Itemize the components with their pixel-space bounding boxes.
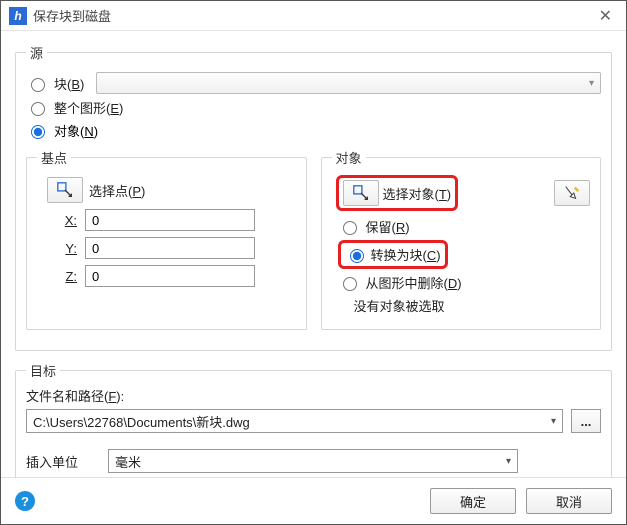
chevron-down-icon: ▾ bbox=[551, 416, 556, 427]
y-label: Y: bbox=[53, 241, 77, 256]
window-title: 保存块到磁盘 bbox=[33, 6, 111, 25]
browse-button[interactable]: ... bbox=[571, 409, 601, 433]
path-label: 文件名和路径(F): bbox=[26, 386, 601, 405]
x-label: X: bbox=[53, 213, 77, 228]
objects-legend: 对象 bbox=[332, 148, 366, 167]
source-block-radio[interactable] bbox=[31, 78, 45, 92]
basepoint-group: 基点 选择点(P) X: Y: bbox=[26, 148, 307, 330]
select-objects-highlight: 选择对象(T) bbox=[336, 175, 459, 211]
app-logo-icon: h bbox=[9, 7, 27, 25]
quick-select-button[interactable] bbox=[554, 180, 590, 206]
convert-highlight: 转换为块(C) bbox=[338, 240, 448, 269]
chevron-down-icon: ▾ bbox=[589, 78, 594, 89]
retain-radio[interactable] bbox=[343, 221, 357, 235]
objects-status: 没有对象被选取 bbox=[354, 296, 445, 315]
units-combo[interactable]: 毫米 ▾ bbox=[108, 449, 518, 473]
z-label: Z: bbox=[53, 269, 77, 284]
x-input[interactable] bbox=[85, 209, 255, 231]
select-objects-icon bbox=[352, 184, 370, 202]
basepoint-legend: 基点 bbox=[37, 148, 71, 167]
pick-point-label: 选择点(P) bbox=[89, 181, 145, 200]
ok-button[interactable]: 确定 bbox=[430, 488, 516, 514]
delete-radio[interactable] bbox=[343, 277, 357, 291]
pick-point-icon bbox=[56, 181, 74, 199]
quick-select-icon bbox=[563, 184, 581, 202]
destination-legend: 目标 bbox=[26, 361, 60, 380]
cancel-button[interactable]: 取消 bbox=[526, 488, 612, 514]
titlebar: h 保存块到磁盘 ✕ bbox=[1, 1, 626, 31]
select-objects-button[interactable] bbox=[343, 180, 379, 206]
convert-label: 转换为块(C) bbox=[371, 245, 441, 264]
chevron-down-icon: ▾ bbox=[506, 456, 511, 467]
units-label: 插入单位 bbox=[26, 452, 78, 471]
block-combo[interactable]: ▾ bbox=[96, 72, 601, 94]
destination-group: 目标 文件名和路径(F): C:\Users\22768\Documents\新… bbox=[15, 361, 612, 484]
convert-radio[interactable] bbox=[350, 249, 364, 263]
close-icon[interactable]: ✕ bbox=[593, 6, 618, 26]
units-value: 毫米 bbox=[115, 452, 141, 471]
source-objects-label: 对象(N) bbox=[54, 121, 98, 140]
retain-label: 保留(R) bbox=[366, 217, 410, 236]
source-group: 源 块(B) ▾ 整个图形(E) 对象(N) 基点 bbox=[15, 43, 612, 351]
source-drawing-label: 整个图形(E) bbox=[54, 98, 123, 117]
help-button[interactable]: ? bbox=[15, 491, 35, 511]
source-legend: 源 bbox=[26, 43, 47, 62]
path-combo[interactable]: C:\Users\22768\Documents\新块.dwg ▾ bbox=[26, 409, 563, 433]
source-drawing-radio[interactable] bbox=[31, 102, 45, 116]
y-input[interactable] bbox=[85, 237, 255, 259]
delete-label: 从图形中删除(D) bbox=[366, 273, 462, 292]
z-input[interactable] bbox=[85, 265, 255, 287]
footer: ? 确定 取消 bbox=[1, 477, 626, 524]
path-value: C:\Users\22768\Documents\新块.dwg bbox=[33, 412, 250, 431]
select-objects-label: 选择对象(T) bbox=[383, 184, 452, 203]
pick-point-button[interactable] bbox=[47, 177, 83, 203]
objects-group: 对象 选择对象(T) bbox=[321, 148, 602, 330]
source-objects-radio[interactable] bbox=[31, 125, 45, 139]
source-block-label: 块(B) bbox=[54, 74, 84, 93]
